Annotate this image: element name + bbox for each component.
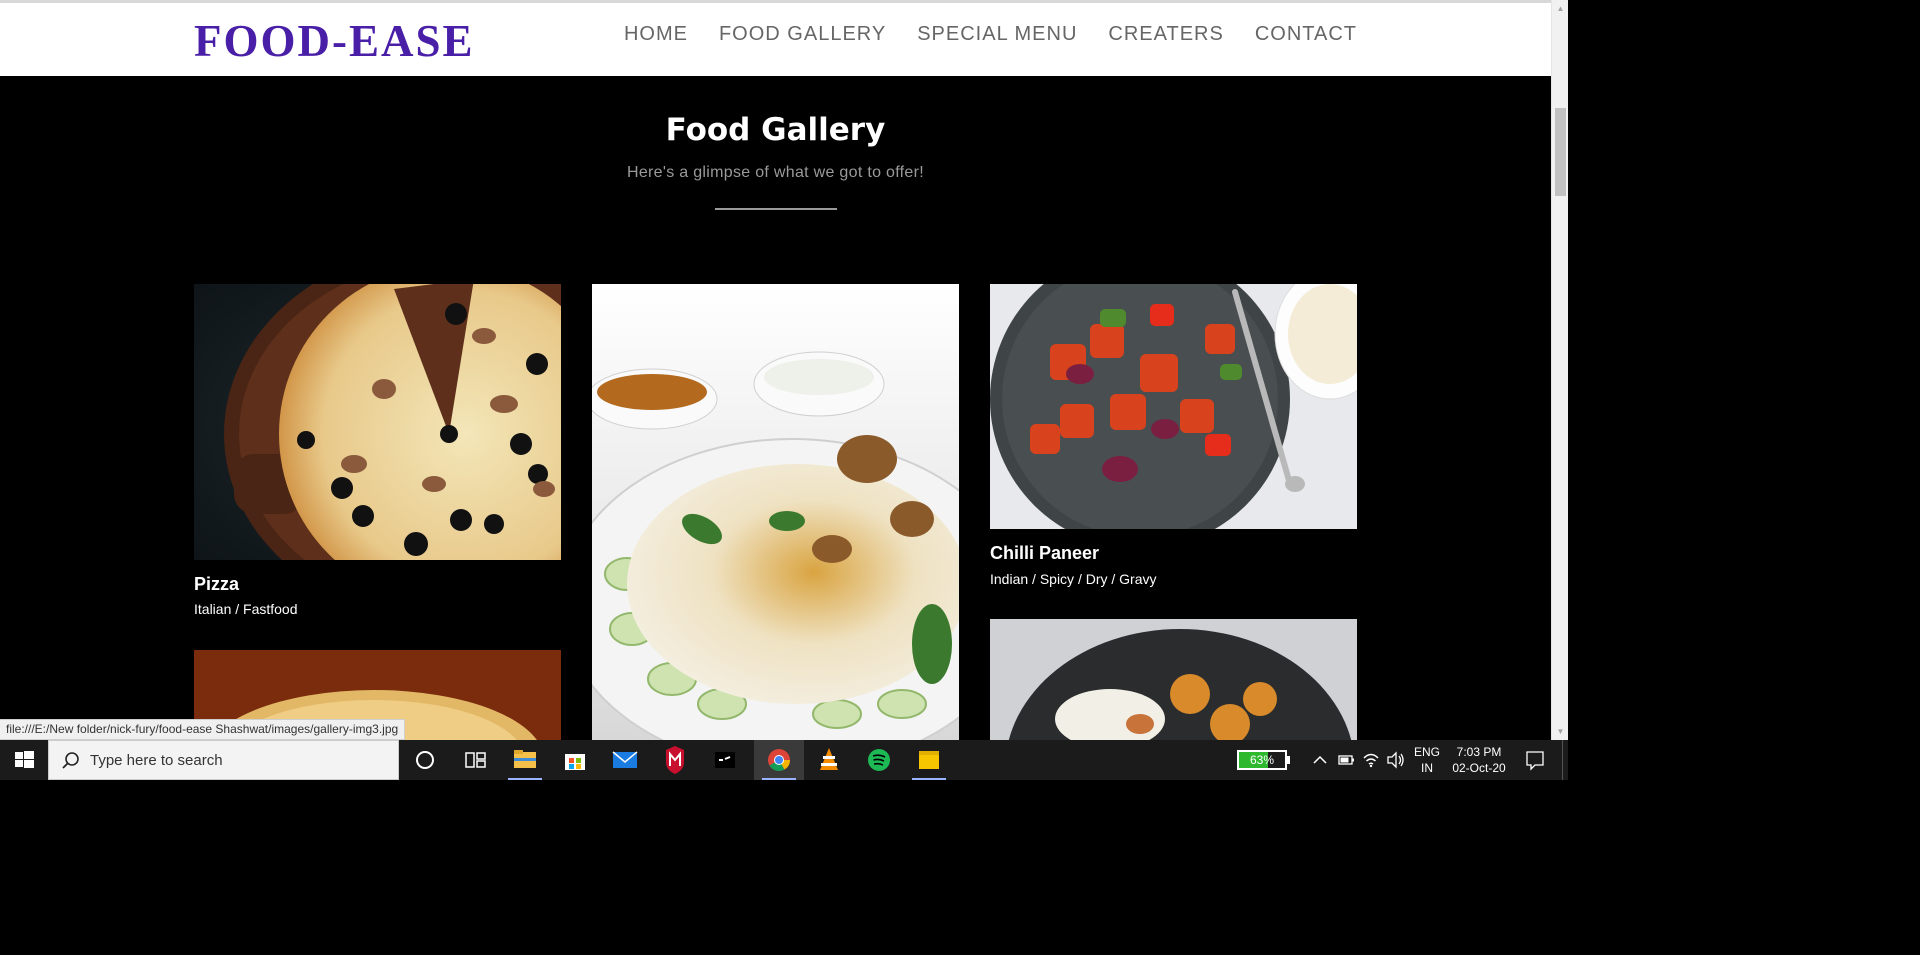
nav-special-menu[interactable]: SPECIAL MENU — [917, 23, 1077, 46]
site-header: FOOD-EASE HOME FOOD GALLERY SPECIAL MENU… — [0, 0, 1551, 76]
main-nav: HOME FOOD GALLERY SPECIAL MENU CREATERS … — [624, 23, 1357, 46]
search-placeholder: Type here to search — [90, 752, 223, 769]
power-icon[interactable] — [1334, 740, 1358, 780]
pizza-title: Pizza — [194, 574, 240, 594]
show-desktop-button[interactable] — [1562, 740, 1568, 780]
nav-contact[interactable]: CONTACT — [1255, 23, 1357, 46]
chrome-icon[interactable] — [754, 740, 804, 780]
windows-logo-icon — [15, 751, 34, 768]
browser-viewport: FOOD-EASE HOME FOOD GALLERY SPECIAL MENU… — [0, 0, 1551, 740]
cortana-icon[interactable] — [400, 740, 450, 780]
taskbar-search[interactable]: Type here to search — [48, 740, 399, 780]
page-scrollbar[interactable]: ▲ ▼ — [1551, 0, 1568, 740]
scroll-down-icon[interactable]: ▼ — [1552, 723, 1569, 740]
site-logo[interactable]: FOOD-EASE — [194, 15, 475, 67]
biryani-image[interactable] — [592, 284, 959, 740]
sticky-notes-icon[interactable] — [904, 740, 954, 780]
task-view-icon[interactable] — [450, 740, 500, 780]
section-title: Food Gallery — [665, 112, 886, 148]
spotify-icon[interactable] — [854, 740, 904, 780]
start-button[interactable] — [0, 740, 48, 780]
file-explorer-icon[interactable] — [500, 740, 550, 780]
nav-food-gallery[interactable]: FOOD GALLERY — [719, 23, 886, 46]
nav-home[interactable]: HOME — [624, 23, 688, 46]
pizza-tags: Italian / Fastfood — [194, 601, 298, 617]
gallery-image-5[interactable] — [990, 619, 1357, 740]
pizza-image[interactable] — [194, 284, 561, 560]
nav-creaters[interactable]: CREATERS — [1108, 23, 1223, 46]
store-icon[interactable] — [550, 740, 600, 780]
mail-icon[interactable] — [600, 740, 650, 780]
clock-time: 7:03 PM — [1456, 745, 1502, 759]
region-code: IN — [1421, 761, 1433, 775]
language-indicator[interactable]: ENG IN — [1410, 744, 1444, 776]
mcafee-icon[interactable] — [650, 740, 700, 780]
clock-date: 02-Oct-20 — [1452, 761, 1506, 775]
wifi-icon[interactable] — [1358, 740, 1384, 780]
chevron-up-icon[interactable] — [1308, 740, 1332, 780]
chilli-paneer-tags: Indian / Spicy / Dry / Gravy — [990, 571, 1157, 587]
search-icon — [62, 752, 79, 769]
vlc-icon[interactable] — [804, 740, 854, 780]
scrollbar-thumb[interactable] — [1555, 108, 1566, 196]
volume-icon[interactable] — [1384, 740, 1408, 780]
taskbar: Type here to search 63% ENG IN 7:03 PM 0… — [0, 740, 1568, 780]
language-code: ENG — [1413, 745, 1440, 759]
clock[interactable]: 7:03 PM 02-Oct-20 — [1446, 744, 1512, 776]
section-subtitle: Here's a glimpse of what we got to offer… — [627, 164, 924, 181]
notifications-icon[interactable] — [1520, 740, 1550, 780]
section-divider — [715, 208, 837, 210]
battery-cap — [1287, 756, 1290, 764]
terminal-app-icon[interactable] — [700, 740, 750, 780]
chilli-paneer-title: Chilli Paneer — [990, 543, 1100, 563]
scroll-up-icon[interactable]: ▲ — [1552, 0, 1569, 17]
battery-indicator[interactable]: 63% — [1237, 750, 1287, 770]
status-url: file:///E:/New folder/nick-fury/food-eas… — [0, 719, 406, 740]
battery-percent: 63% — [1249, 753, 1275, 767]
chilli-paneer-image[interactable] — [990, 284, 1357, 529]
